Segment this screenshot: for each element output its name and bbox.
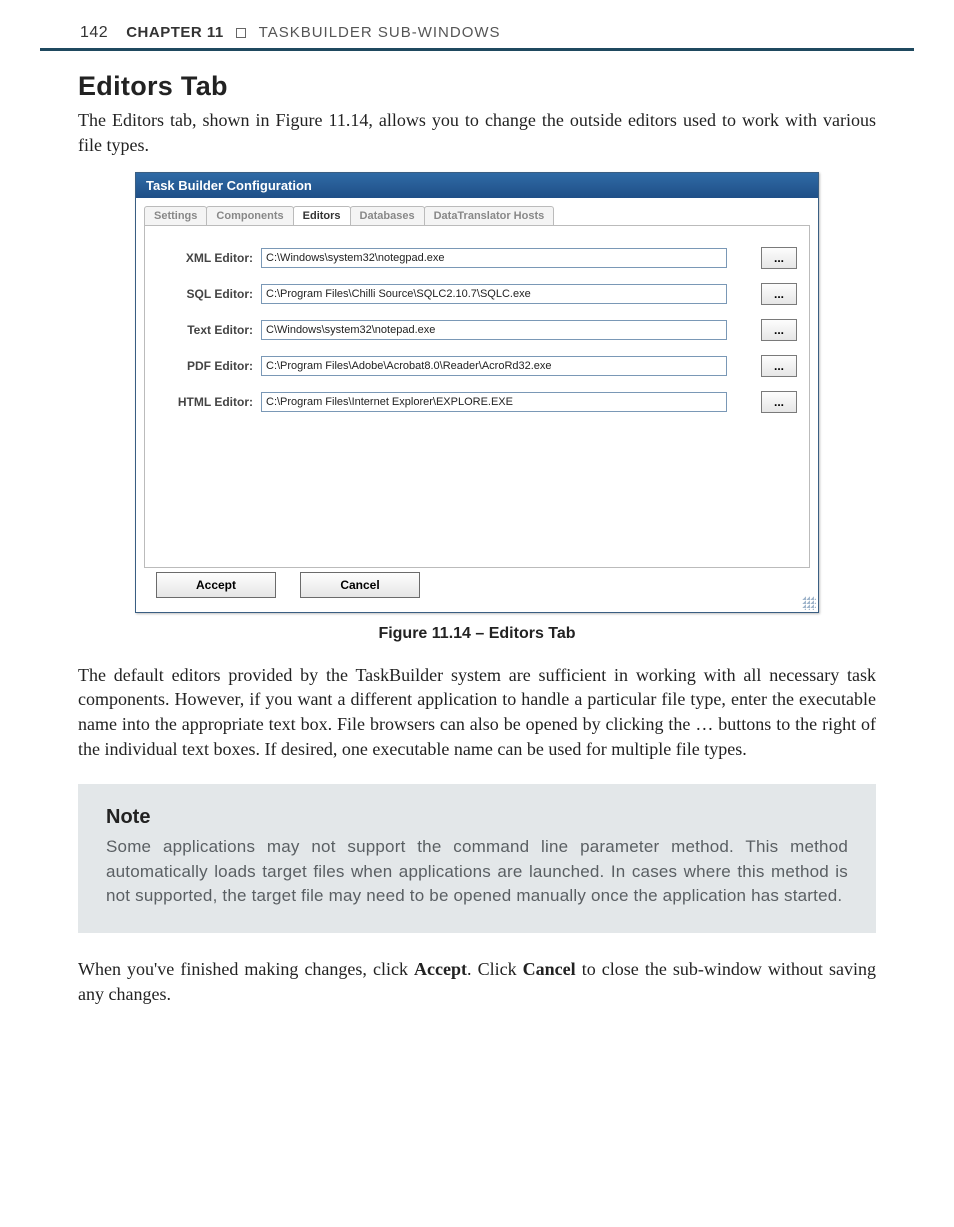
tab-strip: Settings Components Editors Databases Da… — [136, 198, 818, 225]
html-editor-input[interactable] — [261, 392, 727, 412]
dialog-button-row: Accept Cancel — [136, 572, 818, 612]
window-title: Task Builder Configuration — [136, 173, 818, 198]
closing-text-2: . Click — [467, 959, 523, 979]
pdf-editor-label: PDF Editor: — [157, 359, 255, 373]
chapter-title: TASKBUILDER SUB-WINDOWS — [259, 24, 501, 41]
page-number: 142 — [80, 24, 108, 42]
sql-editor-label: SQL Editor: — [157, 287, 255, 301]
chapter-label: CHAPTER 11 — [126, 24, 224, 41]
tab-components[interactable]: Components — [206, 206, 293, 225]
note-body: Some applications may not support the co… — [106, 835, 848, 909]
html-editor-row: HTML Editor: ... — [157, 391, 797, 413]
closing-text-1: When you've finished making changes, cli… — [78, 959, 414, 979]
xml-editor-browse-button[interactable]: ... — [761, 247, 797, 269]
text-editor-label: Text Editor: — [157, 323, 255, 337]
sql-editor-browse-button[interactable]: ... — [761, 283, 797, 305]
tab-settings[interactable]: Settings — [144, 206, 207, 225]
pdf-editor-browse-button[interactable]: ... — [761, 355, 797, 377]
tab-datatranslator-hosts[interactable]: DataTranslator Hosts — [424, 206, 555, 225]
separator-box-icon — [236, 28, 246, 38]
text-editor-input[interactable] — [261, 320, 727, 340]
accept-strong: Accept — [414, 959, 467, 979]
cancel-strong: Cancel — [523, 959, 576, 979]
html-editor-label: HTML Editor: — [157, 395, 255, 409]
intro-paragraph: The Editors tab, shown in Figure 11.14, … — [78, 108, 876, 158]
xml-editor-label: XML Editor: — [157, 251, 255, 265]
xml-editor-input[interactable] — [261, 248, 727, 268]
closing-paragraph: When you've finished making changes, cli… — [78, 957, 876, 1007]
resize-grip-icon[interactable] — [802, 596, 816, 610]
text-editor-row: Text Editor: ... — [157, 319, 797, 341]
pdf-editor-input[interactable] — [261, 356, 727, 376]
running-header: 142 CHAPTER 11 TASKBUILDER SUB-WINDOWS — [40, 0, 914, 51]
sql-editor-input[interactable] — [261, 284, 727, 304]
sql-editor-row: SQL Editor: ... — [157, 283, 797, 305]
editors-panel: XML Editor: ... SQL Editor: ... Text Edi… — [144, 225, 810, 568]
cancel-button[interactable]: Cancel — [300, 572, 420, 598]
xml-editor-row: XML Editor: ... — [157, 247, 797, 269]
figure-caption: Figure 11.14 – Editors Tab — [135, 625, 819, 643]
note-box: Note Some applications may not support t… — [78, 784, 876, 933]
text-editor-browse-button[interactable]: ... — [761, 319, 797, 341]
post-figure-paragraph: The default editors provided by the Task… — [78, 663, 876, 762]
section-heading: Editors Tab — [78, 71, 876, 102]
task-builder-config-window: Task Builder Configuration Settings Comp… — [135, 172, 819, 613]
tab-databases[interactable]: Databases — [350, 206, 425, 225]
pdf-editor-row: PDF Editor: ... — [157, 355, 797, 377]
html-editor-browse-button[interactable]: ... — [761, 391, 797, 413]
note-heading: Note — [106, 806, 848, 829]
tab-editors[interactable]: Editors — [293, 206, 351, 225]
figure-editors-tab: Task Builder Configuration Settings Comp… — [135, 172, 819, 643]
accept-button[interactable]: Accept — [156, 572, 276, 598]
